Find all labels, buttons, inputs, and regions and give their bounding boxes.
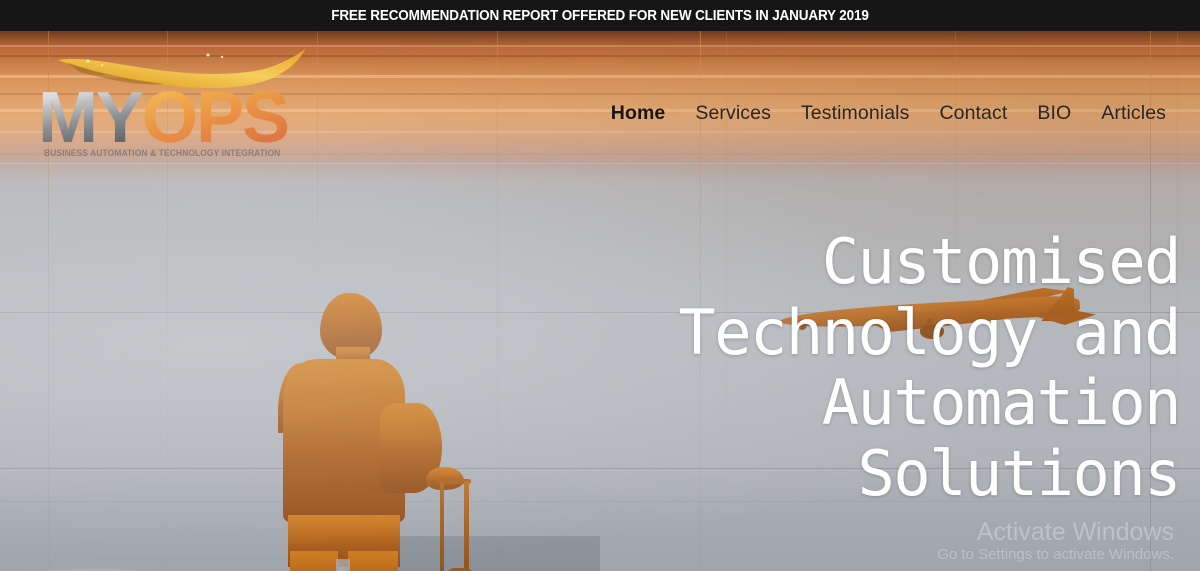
- nav-item-services[interactable]: Services: [695, 102, 771, 125]
- nav-item-contact[interactable]: Contact: [939, 102, 1007, 125]
- silhouette-leg: [348, 551, 398, 571]
- hero-headline: Customised Technology and Automation Sol…: [560, 225, 1182, 511]
- businessman-silhouette: [268, 271, 498, 571]
- nav-item-articles[interactable]: Articles: [1101, 102, 1166, 125]
- ceiling-seam: [0, 163, 1200, 164]
- silhouette-leg: [290, 551, 338, 571]
- nav-item-home[interactable]: Home: [611, 102, 666, 125]
- headline-line-2: Technology and: [678, 295, 1181, 369]
- page-root: FREE RECOMMENDATION REPORT OFFERED FOR N…: [0, 0, 1200, 571]
- main-navigation: Home Services Testimonials Contact BIO A…: [0, 96, 1200, 130]
- nav-item-testimonials[interactable]: Testimonials: [801, 102, 910, 125]
- suitcase-handle-rod: [464, 481, 469, 571]
- logo-tagline: BUSINESS AUTOMATION & TECHNOLOGY INTEGRA…: [44, 148, 281, 158]
- suitcase-handle-rod: [440, 483, 444, 571]
- nav-item-bio[interactable]: BIO: [1037, 102, 1071, 125]
- headline-line-4: Solutions: [857, 437, 1182, 511]
- silhouette-leg-gap: [336, 559, 350, 571]
- promo-banner-text: FREE RECOMMENDATION REPORT OFFERED FOR N…: [331, 7, 869, 24]
- headline-line-1: Customised: [821, 225, 1182, 298]
- headline-line-3: Automation: [821, 366, 1182, 440]
- promo-banner[interactable]: FREE RECOMMENDATION REPORT OFFERED FOR N…: [0, 0, 1200, 31]
